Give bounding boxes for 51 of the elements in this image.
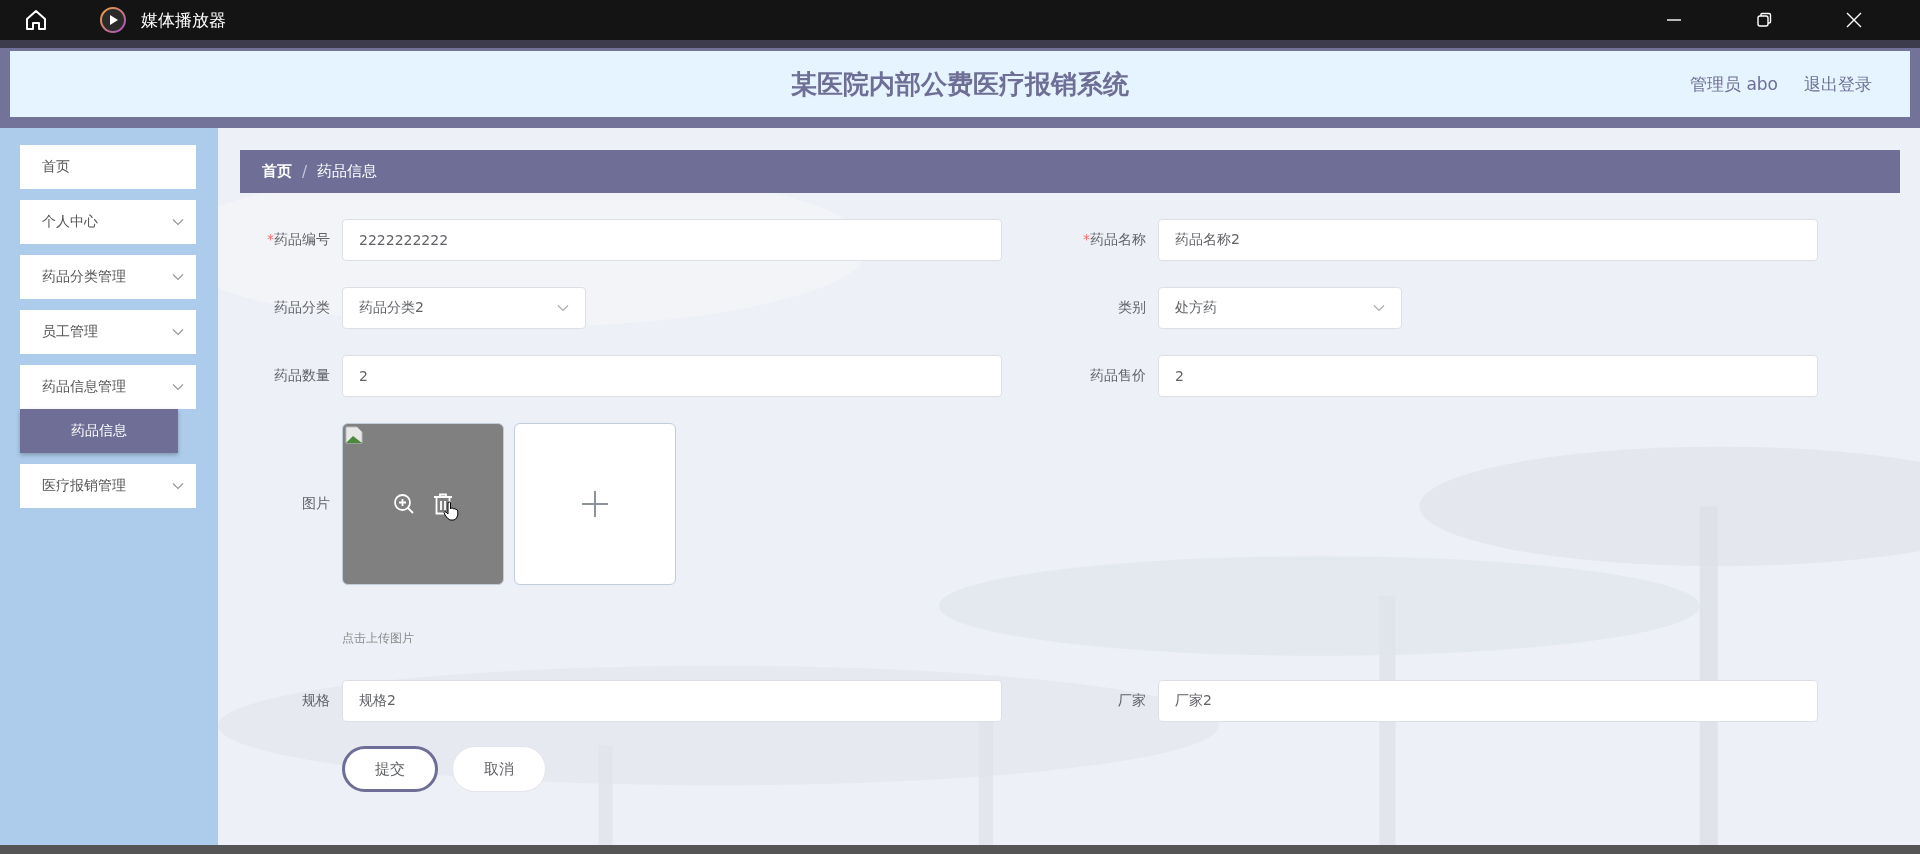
chevron-down-icon <box>172 383 184 391</box>
home-icon[interactable] <box>24 8 48 32</box>
chevron-down-icon <box>1373 304 1385 312</box>
delete-icon[interactable] <box>433 493 453 515</box>
menu-item[interactable]: 员工管理 <box>20 310 196 354</box>
play-icon <box>100 7 126 33</box>
chevron-down-icon <box>172 218 184 226</box>
upload-tile[interactable] <box>514 423 676 585</box>
chevron-down-icon <box>172 273 184 281</box>
select-field[interactable]: 处方药 <box>1158 287 1402 329</box>
broken-image-icon <box>345 426 363 444</box>
window-title: 媒体播放器 <box>141 8 226 32</box>
admin-name: 管理员 abo <box>1690 72 1778 96</box>
system-title: 某医院内部公费医疗报销系统 <box>791 67 1129 101</box>
field-label: 类别 <box>1118 299 1146 317</box>
text-field[interactable]: 规格2 <box>342 680 1002 722</box>
close-icon[interactable] <box>1846 12 1862 28</box>
zoom-in-icon[interactable] <box>393 493 415 515</box>
menu-item[interactable]: 医疗报销管理 <box>20 464 196 508</box>
cancel-button[interactable]: 取消 <box>452 746 546 792</box>
chevron-down-icon <box>172 482 184 490</box>
menu-item[interactable]: 个人中心 <box>20 200 196 244</box>
text-field[interactable]: 2 <box>342 355 1002 397</box>
submenu-item[interactable]: 药品信息 <box>20 409 178 453</box>
menu-item[interactable]: 药品分类管理 <box>20 255 196 299</box>
field-label: 规格 <box>302 692 330 710</box>
field-label: *药品名称 <box>1083 231 1146 249</box>
field-label: 图片 <box>302 495 330 513</box>
chevron-down-icon <box>557 304 569 312</box>
menu-item[interactable]: 药品信息管理 <box>20 365 196 409</box>
breadcrumb-separator: / <box>302 162 308 181</box>
menu-item[interactable]: 首页 <box>20 145 196 189</box>
plus-icon <box>581 490 609 518</box>
field-label: *药品编号 <box>267 231 330 249</box>
submit-button[interactable]: 提交 <box>342 746 438 792</box>
select-field[interactable]: 药品分类2 <box>342 287 586 329</box>
text-field[interactable]: 2222222222 <box>342 219 1002 261</box>
field-label: 药品数量 <box>274 367 330 385</box>
text-field[interactable]: 药品名称2 <box>1158 219 1818 261</box>
field-label: 药品分类 <box>274 299 330 317</box>
field-label: 厂家 <box>1118 692 1146 710</box>
breadcrumb-link[interactable]: 药品信息 <box>317 162 378 181</box>
chevron-down-icon <box>172 328 184 336</box>
upload-hint: 点击上传图片 <box>342 630 414 647</box>
text-field[interactable]: 厂家2 <box>1158 680 1818 722</box>
text-field[interactable]: 2 <box>1158 355 1818 397</box>
hand-cursor-icon <box>443 501 459 521</box>
logout-link[interactable]: 退出登录 <box>1804 72 1872 96</box>
field-label: 药品售价 <box>1090 367 1146 385</box>
breadcrumb-link[interactable]: 首页 <box>262 162 292 181</box>
restore-icon[interactable] <box>1756 12 1772 28</box>
